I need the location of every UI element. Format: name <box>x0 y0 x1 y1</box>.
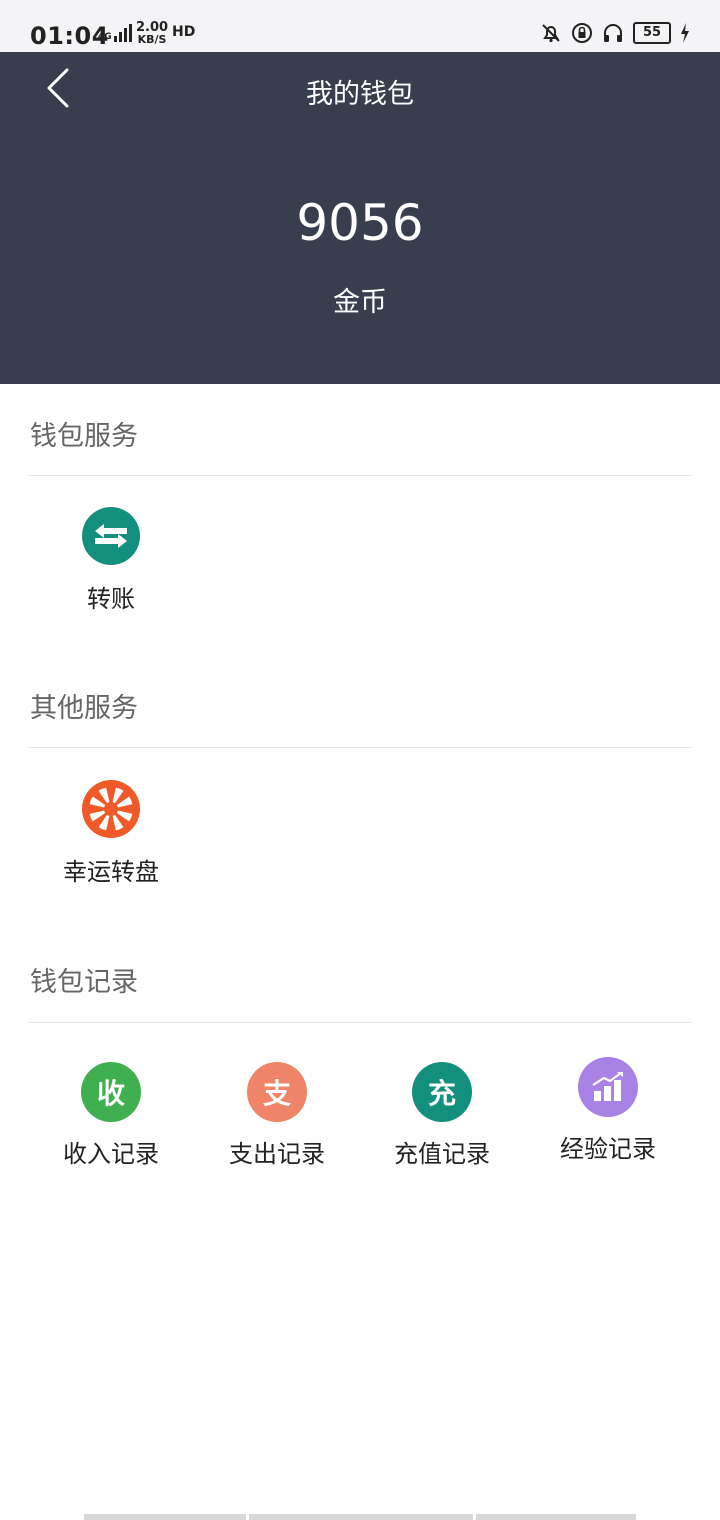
home-indicator <box>84 1514 636 1520</box>
rotation-lock-icon <box>571 22 593 44</box>
signal-indicator: 4G <box>98 24 132 42</box>
network-type: 4G <box>98 32 112 42</box>
wallet-records-section: 钱包记录 收 收入记录 支 支出记录 充 充值记录 经验记录 <box>0 930 720 1210</box>
headphones-icon <box>602 22 624 44</box>
network-speed: 2.00 KB/S <box>136 21 168 46</box>
signal-bars-icon <box>113 24 132 42</box>
lucky-wheel-icon <box>82 780 140 838</box>
expense-record-button[interactable]: 支 支出记录 <box>207 1062 347 1169</box>
lucky-wheel-button[interactable]: 幸运转盘 <box>41 780 181 887</box>
wallet-service-section: 钱包服务 转账 <box>0 384 720 644</box>
coin-balance: 9056 <box>296 194 424 252</box>
divider <box>28 475 692 476</box>
expense-record-label: 支出记录 <box>229 1140 325 1168</box>
income-record-button[interactable]: 收 收入记录 <box>41 1062 181 1169</box>
income-icon-char: 收 <box>96 1077 125 1110</box>
section-title: 钱包服务 <box>30 421 138 452</box>
expense-icon-char: 支 <box>262 1077 291 1110</box>
other-service-section: 其他服务 幸运转盘 <box>0 656 720 916</box>
status-icons: 55 <box>540 22 690 44</box>
income-icon: 收 <box>81 1062 141 1122</box>
status-bar: 01:04 4G 2.00 KB/S HD 55 <box>0 0 720 52</box>
divider <box>28 1022 692 1023</box>
transfer-button[interactable]: 转账 <box>41 507 181 614</box>
bar-chart-icon <box>578 1057 638 1117</box>
battery-indicator: 55 <box>633 22 671 44</box>
page-title: 我的钱包 <box>306 79 414 110</box>
experience-record-button[interactable]: 经验记录 <box>538 1057 678 1164</box>
recharge-record-label: 充值记录 <box>394 1140 490 1168</box>
bell-off-icon <box>540 22 562 44</box>
experience-record-label: 经验记录 <box>560 1135 656 1163</box>
divider <box>28 747 692 748</box>
section-title: 其他服务 <box>30 693 138 724</box>
coin-unit-label: 金币 <box>333 287 387 318</box>
income-record-label: 收入记录 <box>63 1140 159 1168</box>
transfer-label: 转账 <box>87 585 135 613</box>
section-title: 钱包记录 <box>30 967 138 998</box>
recharge-icon: 充 <box>412 1062 472 1122</box>
lucky-wheel-label: 幸运转盘 <box>63 858 159 886</box>
recharge-icon-char: 充 <box>427 1077 456 1110</box>
wallet-header: 我的钱包 9056 金币 <box>0 52 720 384</box>
charging-icon <box>680 23 690 43</box>
expense-icon: 支 <box>247 1062 307 1122</box>
hd-indicator: HD <box>172 24 196 40</box>
speed-unit: KB/S <box>137 33 167 46</box>
recharge-record-button[interactable]: 充 充值记录 <box>372 1062 512 1169</box>
transfer-icon <box>82 507 140 565</box>
